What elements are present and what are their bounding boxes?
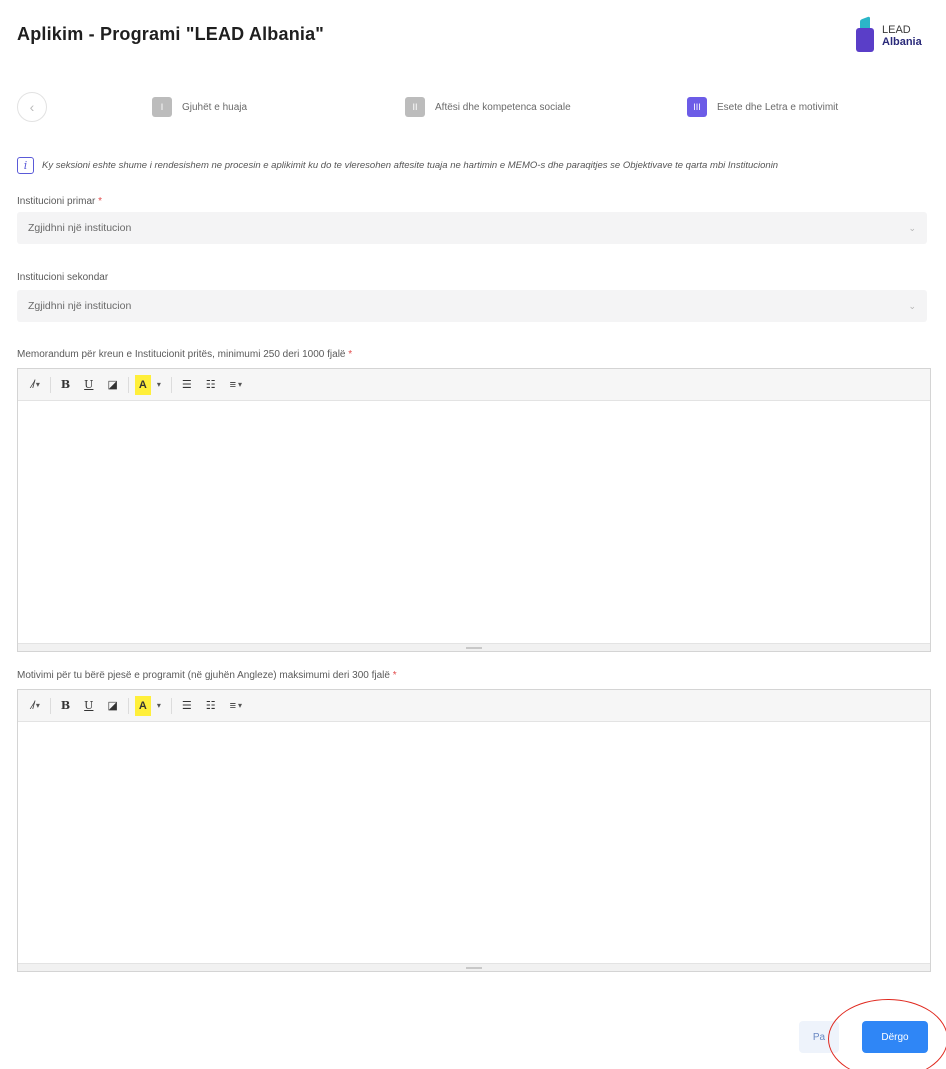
step-1-number: I	[152, 97, 172, 117]
required-mark: *	[348, 349, 353, 360]
send-button[interactable]: Dërgo	[862, 1021, 928, 1053]
required-mark: *	[98, 196, 103, 207]
lead-albania-logo: LEAD Albania	[856, 12, 926, 60]
motivation-text-area[interactable]	[18, 722, 930, 963]
ordered-list-icon[interactable]: ☷	[202, 375, 220, 395]
step-2[interactable]: II Aftësi dhe kompetenca sociale	[405, 96, 571, 118]
secondary-institution-label-text: Institucioni sekondar	[17, 272, 109, 283]
memo-label-text: Memorandum për kreun e Institucionit pri…	[17, 349, 346, 360]
step-back-button[interactable]: ‹	[17, 92, 47, 122]
step-3[interactable]: III Esete dhe Letra e motivimit	[687, 96, 838, 118]
motivation-label: Motivimi për tu bërë pjesë e programit (…	[17, 670, 397, 681]
info-icon: i	[17, 156, 34, 174]
magic-wand-icon: ⁄̸	[32, 378, 34, 391]
step-2-number: II	[405, 97, 425, 117]
bold-button[interactable]: B	[57, 696, 74, 716]
info-text: Ky seksioni eshte shume i rendesishem ne…	[42, 159, 779, 171]
memo-resize-handle[interactable]	[18, 643, 930, 651]
motivation-label-text: Motivimi për tu bërë pjesë e programit (…	[17, 670, 390, 681]
eraser-icon[interactable]: ◪	[103, 696, 121, 716]
logo-line-2: Albania	[882, 36, 922, 48]
secondary-institution-placeholder: Zgjidhni një institucion	[28, 300, 132, 312]
memo-label: Memorandum për kreun e Institucionit pri…	[17, 349, 352, 360]
chevron-down-icon: ⌄	[908, 222, 916, 233]
motivation-resize-handle[interactable]	[18, 963, 930, 971]
color-dropdown-icon[interactable]: ▾	[151, 696, 165, 716]
stepper: ‹ I Gjuhët e huaja II Aftësi dhe kompete…	[17, 92, 927, 122]
page-header: Aplikim - Programi "LEAD Albania" LEAD A…	[17, 16, 926, 60]
underline-button[interactable]: U	[80, 375, 97, 395]
primary-institution-label-text: Institucioni primar	[17, 196, 96, 207]
ordered-list-icon[interactable]: ☷	[202, 696, 220, 716]
chevron-down-icon: ⌄	[908, 300, 916, 311]
logo-line-1: LEAD	[882, 24, 911, 36]
unordered-list-icon[interactable]: ☰	[178, 696, 196, 716]
underline-button[interactable]: U	[80, 696, 97, 716]
magic-wand-icon: ⁄̸	[32, 699, 34, 712]
primary-institution-select[interactable]: Zgjidhni një institucion ⌄	[17, 212, 927, 244]
page-title: Aplikim - Programi "LEAD Albania"	[17, 24, 325, 44]
unordered-list-icon[interactable]: ☰	[178, 375, 196, 395]
paragraph-align-icon[interactable]: ≡ ▾	[226, 696, 246, 716]
step-3-label: Esete dhe Letra e motivimit	[717, 101, 839, 113]
info-notice: i Ky seksioni eshte shume i rendesishem …	[17, 156, 932, 174]
motivation-toolbar: ⁄̸ ▾ B U ◪ A ▾ ☰ ☷ ≡ ▾	[18, 690, 930, 722]
previous-button[interactable]: Pa	[799, 1021, 839, 1053]
chevron-left-icon: ‹	[29, 99, 35, 115]
primary-institution-placeholder: Zgjidhni një institucion	[28, 222, 132, 234]
step-1-label: Gjuhët e huaja	[182, 101, 248, 113]
step-3-number: III	[687, 97, 707, 117]
color-dropdown-icon[interactable]: ▾	[151, 375, 165, 395]
eraser-icon[interactable]: ◪	[103, 375, 121, 395]
primary-institution-label: Institucioni primar *	[17, 196, 102, 207]
memo-toolbar: ⁄̸ ▾ B U ◪ A ▾ ☰ ☷ ≡ ▾	[18, 369, 930, 401]
text-color-button[interactable]: A	[134, 374, 151, 395]
memo-text-area[interactable]	[18, 401, 930, 643]
style-dropdown-button[interactable]: ⁄̸ ▾	[28, 696, 44, 716]
paragraph-align-icon[interactable]: ≡ ▾	[226, 375, 246, 395]
required-mark: *	[392, 670, 397, 681]
step-1[interactable]: I Gjuhët e huaja	[152, 96, 247, 118]
secondary-institution-select[interactable]: Zgjidhni një institucion ⌄	[17, 290, 927, 322]
bold-button[interactable]: B	[57, 375, 74, 395]
style-dropdown-button[interactable]: ⁄̸ ▾	[28, 375, 44, 395]
secondary-institution-label: Institucioni sekondar	[17, 272, 108, 283]
step-2-label: Aftësi dhe kompetenca sociale	[435, 101, 571, 113]
motivation-editor: ⁄̸ ▾ B U ◪ A ▾ ☰ ☷ ≡ ▾	[17, 689, 931, 972]
memo-editor: ⁄̸ ▾ B U ◪ A ▾ ☰ ☷ ≡ ▾	[17, 368, 931, 652]
text-color-button[interactable]: A	[134, 695, 151, 716]
logo-mark-icon	[856, 16, 878, 52]
